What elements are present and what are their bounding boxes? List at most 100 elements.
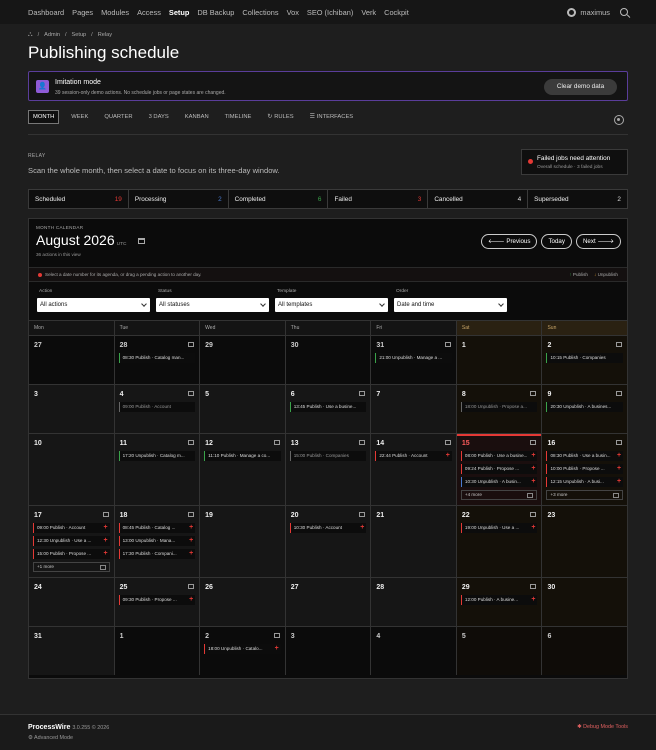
tab-month[interactable]: MONTH bbox=[28, 110, 60, 124]
day-number[interactable]: 9 bbox=[547, 391, 551, 398]
day-number[interactable]: 2 bbox=[547, 342, 551, 349]
nav-item-verk[interactable]: Verk bbox=[361, 8, 376, 17]
order-select[interactable]: Date and time bbox=[394, 298, 507, 312]
day-agenda-icon[interactable] bbox=[273, 633, 280, 638]
day-number[interactable]: 3 bbox=[34, 391, 38, 398]
breadcrumb-relay[interactable]: Relay bbox=[98, 32, 112, 38]
plus-icon[interactable]: + bbox=[103, 549, 107, 559]
schedule-event[interactable]: 10:30 Unpublish · A busin... + bbox=[460, 477, 538, 487]
nav-item-seo-ichiban-[interactable]: SEO (Ichiban) bbox=[307, 8, 353, 17]
previous-button[interactable]: 🡐 Previous bbox=[481, 234, 538, 249]
nav-item-setup[interactable]: Setup bbox=[169, 8, 190, 17]
day-number[interactable]: 14 bbox=[376, 440, 384, 447]
day-cell[interactable]: 22 19:00 Unpublish · Use a ... + bbox=[456, 506, 543, 577]
day-cell[interactable]: 28 08:30 Publish · Catalog man... bbox=[114, 336, 201, 384]
day-agenda-icon[interactable] bbox=[444, 440, 451, 445]
day-cell[interactable]: 11 17:20 Unpublish · Catalog m... bbox=[114, 434, 201, 505]
day-number[interactable]: 15 bbox=[462, 440, 470, 447]
plus-icon[interactable]: + bbox=[189, 523, 193, 533]
day-number[interactable]: 12 bbox=[205, 440, 213, 447]
day-number[interactable]: 31 bbox=[376, 342, 384, 349]
day-agenda-icon[interactable] bbox=[188, 440, 195, 445]
failed-jobs-alert[interactable]: Failed jobs need attention Overall sched… bbox=[521, 149, 628, 175]
day-number[interactable]: 24 bbox=[34, 584, 42, 591]
action-select[interactable]: All actions bbox=[37, 298, 150, 312]
day-cell[interactable]: 10 bbox=[29, 434, 115, 505]
plus-icon[interactable]: + bbox=[360, 523, 364, 533]
day-agenda-icon[interactable] bbox=[616, 440, 623, 445]
day-cell[interactable]: 16 08:30 Publish · Use a busin... +10:00 P… bbox=[542, 434, 628, 505]
schedule-event[interactable]: 09:00 Publish · Account + bbox=[33, 523, 110, 533]
schedule-event[interactable]: 11:10 Publish · Manage a co... bbox=[204, 451, 281, 461]
day-number[interactable]: 23 bbox=[547, 512, 555, 519]
day-cell[interactable]: 7 bbox=[371, 385, 457, 433]
schedule-event[interactable]: 15:00 Publish · Propose ... + bbox=[33, 549, 110, 559]
day-number[interactable]: 17 bbox=[34, 512, 42, 519]
day-number[interactable]: 28 bbox=[376, 584, 384, 591]
day-agenda-icon[interactable] bbox=[444, 342, 451, 347]
day-cell[interactable]: 3 bbox=[29, 385, 115, 433]
schedule-event[interactable]: 15:00 Publish · Companies bbox=[289, 451, 367, 461]
schedule-event[interactable]: 13:00 Unpublish · Mana... + bbox=[118, 536, 196, 546]
day-number[interactable]: 1 bbox=[462, 342, 466, 349]
day-cell[interactable]: 3 bbox=[285, 627, 372, 675]
schedule-event[interactable]: 17:30 Publish · Compani... + bbox=[118, 549, 196, 559]
plus-icon[interactable]: + bbox=[446, 451, 450, 461]
schedule-event[interactable]: 08:00 Publish · Use a busine... + bbox=[460, 451, 538, 461]
schedule-event[interactable]: 17:20 Unpublish · Catalog m... bbox=[118, 451, 196, 461]
day-agenda-icon[interactable] bbox=[530, 512, 537, 517]
day-number[interactable]: 13 bbox=[291, 440, 299, 447]
plus-icon[interactable]: + bbox=[103, 523, 107, 533]
day-cell[interactable]: 12 11:10 Publish · Manage a co... bbox=[200, 434, 286, 505]
day-cell[interactable]: 25 09:30 Publish · Propose ... + bbox=[114, 578, 201, 626]
gear-icon[interactable] bbox=[614, 115, 624, 125]
schedule-event[interactable]: 10:30 Publish · Account + bbox=[289, 523, 367, 533]
schedule-event[interactable]: 12:30 Unpublish · Use a ... + bbox=[33, 536, 110, 546]
day-cell[interactable]: 4 09:00 Publish · Account bbox=[114, 385, 201, 433]
schedule-event[interactable]: 12:00 Publish · A busine... + bbox=[460, 595, 538, 605]
plus-icon[interactable]: + bbox=[189, 536, 193, 546]
day-agenda-icon[interactable] bbox=[616, 391, 623, 396]
clear-demo-data-button[interactable]: Clear demo data bbox=[544, 79, 617, 95]
day-agenda-icon[interactable] bbox=[359, 440, 366, 445]
schedule-event[interactable]: 09:24 Publish · Propose ... + bbox=[460, 464, 538, 474]
day-cell[interactable]: 29 bbox=[200, 336, 286, 384]
day-number[interactable]: 30 bbox=[291, 342, 299, 349]
day-number[interactable]: 25 bbox=[120, 584, 128, 591]
day-cell[interactable]: 19 bbox=[200, 506, 286, 577]
day-number[interactable]: 21 bbox=[376, 512, 384, 519]
day-number[interactable]: 27 bbox=[34, 342, 42, 349]
day-cell[interactable]: 6 13:45 Publish · Use a busine... bbox=[285, 385, 372, 433]
schedule-event[interactable]: 09:30 Publish · Propose ... + bbox=[118, 595, 196, 605]
day-agenda-icon[interactable] bbox=[188, 342, 195, 347]
plus-icon[interactable]: + bbox=[617, 451, 621, 461]
nav-item-collections[interactable]: Collections bbox=[242, 8, 278, 17]
nav-item-cockpit[interactable]: Cockpit bbox=[384, 8, 409, 17]
day-number[interactable]: 29 bbox=[462, 584, 470, 591]
today-button[interactable]: Today bbox=[541, 234, 572, 249]
day-agenda-icon[interactable] bbox=[273, 440, 280, 445]
day-cell[interactable]: 2 10:15 Publish · Companies bbox=[542, 336, 628, 384]
more-events-button[interactable]: +4 more bbox=[460, 490, 538, 500]
day-cell[interactable]: 8 18:00 Unpublish · Propose a... bbox=[456, 385, 543, 433]
tab-timeline[interactable]: TIMELINE bbox=[221, 111, 256, 123]
day-number[interactable]: 10 bbox=[34, 440, 42, 447]
tab-rules[interactable]: ↻ RULES bbox=[263, 111, 297, 123]
schedule-event[interactable]: 19:00 Unpublish · Use a ... + bbox=[460, 523, 538, 533]
stat-cancelled[interactable]: Cancelled 4 bbox=[428, 190, 529, 208]
next-button[interactable]: Next 🡒 bbox=[575, 234, 621, 249]
schedule-event[interactable]: 21:00 Unpublish · Manage a ... bbox=[375, 353, 452, 363]
day-cell[interactable]: 30 bbox=[285, 336, 372, 384]
day-number[interactable]: 27 bbox=[291, 584, 299, 591]
more-events-button[interactable]: +3 more bbox=[546, 490, 624, 500]
day-cell[interactable]: 28 bbox=[371, 578, 457, 626]
day-agenda-icon[interactable] bbox=[530, 584, 537, 589]
day-cell[interactable]: 5 bbox=[200, 385, 286, 433]
user-menu[interactable]: maximus bbox=[567, 7, 610, 17]
plus-icon[interactable]: + bbox=[531, 523, 535, 533]
day-number[interactable]: 30 bbox=[547, 584, 555, 591]
day-agenda-icon[interactable] bbox=[530, 440, 537, 445]
day-agenda-icon[interactable] bbox=[359, 512, 366, 517]
day-number[interactable]: 20 bbox=[291, 512, 299, 519]
day-cell[interactable]: 1 bbox=[114, 627, 201, 675]
